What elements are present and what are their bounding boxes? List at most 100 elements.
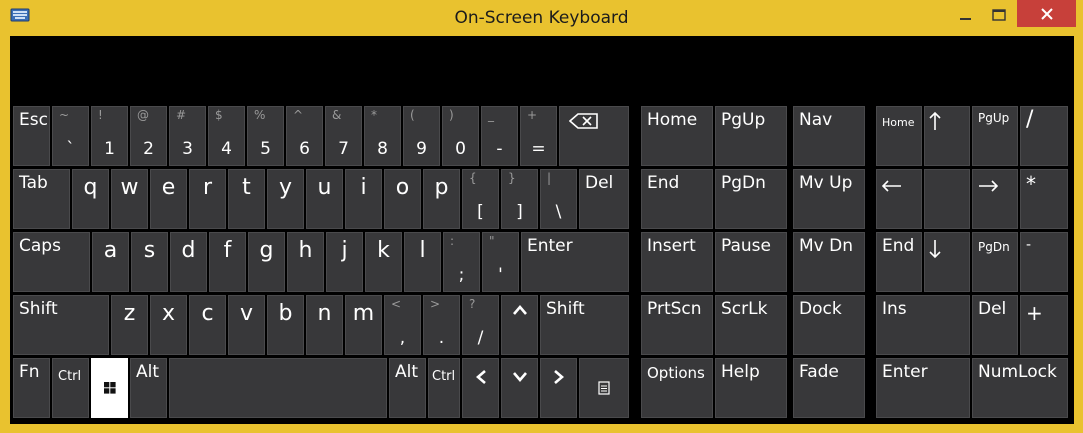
key-w[interactable]: w [111, 169, 148, 229]
key-comma[interactable]: <, [384, 295, 421, 355]
key-numpad-enter[interactable]: Enter [876, 358, 970, 418]
key-0[interactable]: ) 0 [442, 106, 479, 166]
key-right-bracket[interactable]: }] [501, 169, 538, 229]
key-left-ctrl[interactable]: Ctrl [52, 358, 89, 418]
key-b[interactable]: b [267, 295, 304, 355]
key-numpad-star[interactable]: * [1020, 169, 1068, 229]
key-context-menu[interactable] [579, 358, 629, 418]
key-dock[interactable]: Dock [793, 295, 865, 355]
key-k[interactable]: k [365, 232, 402, 292]
key-3[interactable]: #3 [169, 106, 206, 166]
key-left-bracket[interactable]: {[ [462, 169, 499, 229]
key-8[interactable]: * 8 [364, 106, 401, 166]
maximize-button[interactable] [982, 0, 1016, 30]
key-prtscn[interactable]: PrtScn [641, 295, 713, 355]
key-backtick[interactable]: ~ ` [52, 106, 89, 166]
key-quote[interactable]: " ' [482, 232, 519, 292]
key-space[interactable] [169, 358, 387, 418]
key-9[interactable]: (9 [403, 106, 440, 166]
key-u[interactable]: u [306, 169, 343, 229]
minimize-button[interactable] [948, 0, 984, 30]
key-6[interactable]: ^ 6 [286, 106, 323, 166]
key-numpad-minus[interactable]: - [1020, 232, 1068, 292]
key-numpad-pgdn[interactable]: PgDn [972, 232, 1018, 292]
key-numpad-right[interactable] [972, 169, 1018, 229]
key-1[interactable]: ! 1 [91, 106, 128, 166]
key-numpad-left[interactable] [876, 169, 922, 229]
key-y[interactable]: y [267, 169, 304, 229]
key-nav[interactable]: Nav [793, 106, 865, 166]
key-numpad-down[interactable] [924, 232, 970, 292]
key-numpad-end[interactable]: End [876, 232, 922, 292]
key-f[interactable]: f [209, 232, 246, 292]
key-d[interactable]: d [170, 232, 207, 292]
key-slash[interactable]: ? / [462, 295, 499, 355]
key-minus[interactable]: _ - [481, 106, 518, 166]
close-button[interactable] [1017, 0, 1076, 27]
key-p[interactable]: p [423, 169, 460, 229]
key-c[interactable]: c [189, 295, 226, 355]
key-fn[interactable]: Fn [13, 358, 50, 418]
key-a[interactable]: a [92, 232, 129, 292]
key-numpad-ins[interactable]: Ins [876, 295, 970, 355]
key-j[interactable]: j [326, 232, 363, 292]
key-7[interactable]: & 7 [325, 106, 362, 166]
key-backslash[interactable]: | \ [540, 169, 577, 229]
key-pgdn[interactable]: PgDn [715, 169, 787, 229]
key-o[interactable]: o [384, 169, 421, 229]
key-caps[interactable]: Caps [13, 232, 90, 292]
key-v[interactable]: v [228, 295, 265, 355]
key-pause[interactable]: Pause [715, 232, 787, 292]
key-numpad-plus[interactable]: + [1020, 295, 1068, 355]
key-mv-up[interactable]: Mv Up [793, 169, 865, 229]
key-q[interactable]: q [72, 169, 109, 229]
key-e[interactable]: e [150, 169, 187, 229]
key-numpad-del[interactable]: Del [972, 295, 1018, 355]
key-help[interactable]: Help [715, 358, 787, 418]
key-numpad-slash[interactable]: / [1020, 106, 1068, 166]
key-home[interactable]: Home [641, 106, 713, 166]
key-numpad-up[interactable] [924, 106, 970, 166]
key-h[interactable]: h [287, 232, 324, 292]
key-s[interactable]: s [131, 232, 168, 292]
key-end[interactable]: End [641, 169, 713, 229]
key-t[interactable]: t [228, 169, 265, 229]
key-del[interactable]: Del [579, 169, 629, 229]
title-bar[interactable]: On-Screen Keyboard [0, 0, 1083, 36]
key-right-ctrl[interactable]: Ctrl [428, 358, 460, 418]
key-arrow-left[interactable] [462, 358, 499, 418]
key-m[interactable]: m [345, 295, 382, 355]
key-arrow-down[interactable] [501, 358, 538, 418]
key-left-shift[interactable]: Shift [13, 295, 109, 355]
key-numpad-5[interactable] [924, 169, 970, 229]
key-g[interactable]: g [248, 232, 285, 292]
key-backspace[interactable] [559, 106, 629, 166]
key-numlock[interactable]: NumLock [972, 358, 1068, 418]
key-r[interactable]: r [189, 169, 226, 229]
key-x[interactable]: x [150, 295, 187, 355]
key-right-alt[interactable]: Alt [389, 358, 426, 418]
key-pgup[interactable]: PgUp [715, 106, 787, 166]
key-scrlk[interactable]: ScrLk [715, 295, 787, 355]
key-mv-dn[interactable]: Mv Dn [793, 232, 865, 292]
key-arrow-up[interactable] [501, 295, 538, 355]
key-numpad-home[interactable]: Home [876, 106, 922, 166]
key-numpad-pgup[interactable]: PgUp [972, 106, 1018, 166]
key-right-shift[interactable]: Shift [540, 295, 629, 355]
key-5[interactable]: % 5 [247, 106, 284, 166]
key-enter[interactable]: Enter [521, 232, 629, 292]
key-options[interactable]: Options [641, 358, 713, 418]
key-z[interactable]: z [111, 295, 148, 355]
key-i[interactable]: i [345, 169, 382, 229]
key-semicolon[interactable]: :; [443, 232, 480, 292]
key-fade[interactable]: Fade [793, 358, 865, 418]
key-4[interactable]: $4 [208, 106, 245, 166]
key-period[interactable]: >. [423, 295, 460, 355]
key-l[interactable]: l [404, 232, 441, 292]
key-arrow-right[interactable] [540, 358, 577, 418]
key-insert[interactable]: Insert [641, 232, 713, 292]
key-2[interactable]: @2 [130, 106, 167, 166]
key-n[interactable]: n [306, 295, 343, 355]
key-windows[interactable] [91, 358, 128, 418]
key-esc[interactable]: Esc [13, 106, 50, 166]
